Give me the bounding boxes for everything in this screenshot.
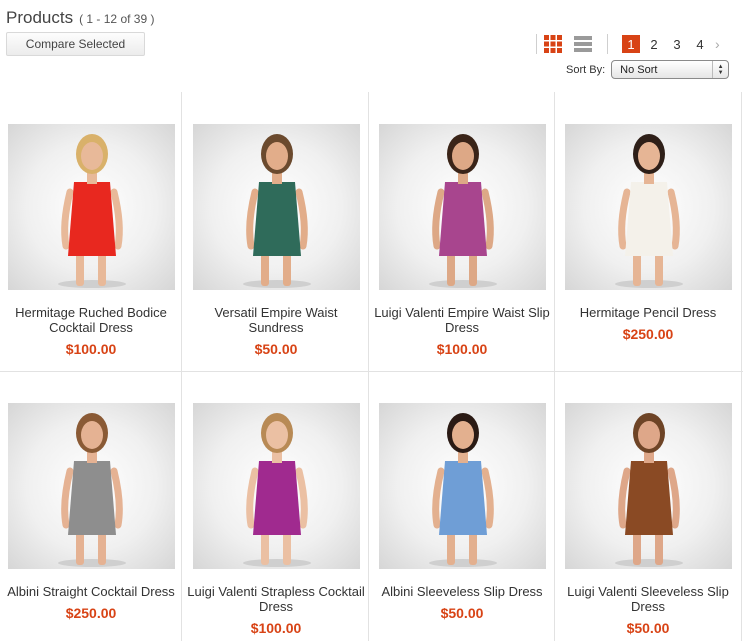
sort-row: Sort By: No Sort ▲ ▼ xyxy=(566,60,730,79)
product-card[interactable]: Luigi Valenti Strapless Cocktail Dress $1… xyxy=(184,403,368,636)
product-price: $250.00 xyxy=(622,326,674,342)
product-name[interactable]: Luigi Valenti Strapless Cocktail Dress xyxy=(184,584,368,614)
sort-label: Sort By: xyxy=(566,63,606,76)
product-price: $100.00 xyxy=(436,341,488,357)
chevron-right-icon[interactable]: › xyxy=(715,36,720,52)
sort-value: No Sort xyxy=(620,63,658,76)
product-card[interactable]: Hermitage Ruched Bodice Cocktail Dress $1… xyxy=(0,124,183,357)
listing-header: Products ( 1 - 12 of 39 ) Compare Select… xyxy=(0,0,743,92)
product-card[interactable]: Hermitage Pencil Dress $250.00 xyxy=(556,124,740,342)
divider xyxy=(368,92,369,641)
product-name[interactable]: Hermitage Ruched Bodice Cocktail Dress xyxy=(0,305,183,335)
select-arrows-icon: ▲ ▼ xyxy=(712,61,728,78)
page-link-1[interactable]: 1 xyxy=(622,35,640,53)
page-title: Products xyxy=(6,8,74,27)
product-price: $50.00 xyxy=(254,341,298,357)
grid-view-icon[interactable] xyxy=(543,34,563,54)
product-image[interactable] xyxy=(192,403,360,569)
product-price: $50.00 xyxy=(440,605,484,621)
product-image[interactable] xyxy=(378,124,546,290)
product-card[interactable]: Albini Straight Cocktail Dress $250.00 xyxy=(0,403,183,621)
product-card[interactable]: Luigi Valenti Sleeveless Slip Dress $50.0… xyxy=(556,403,740,636)
page-link-2[interactable]: 2 xyxy=(645,35,663,53)
product-name[interactable]: Luigi Valenti Empire Waist Slip Dress xyxy=(370,305,554,335)
sort-select[interactable]: No Sort ▲ ▼ xyxy=(611,60,730,79)
product-image[interactable] xyxy=(378,403,546,569)
result-count: ( 1 - 12 of 39 ) xyxy=(79,12,155,26)
divider xyxy=(607,34,608,54)
product-price: $100.00 xyxy=(250,620,302,636)
divider xyxy=(554,92,555,641)
product-image[interactable] xyxy=(192,124,360,290)
product-price: $100.00 xyxy=(65,341,117,357)
divider xyxy=(741,92,742,641)
page-link-4[interactable]: 4 xyxy=(691,35,709,53)
product-name[interactable]: Albini Straight Cocktail Dress xyxy=(0,584,183,599)
product-grid: Hermitage Ruched Bodice Cocktail Dress $1… xyxy=(0,92,743,641)
product-card[interactable]: Versatil Empire Waist Sundress $50.00 xyxy=(184,124,368,357)
list-view-icon[interactable] xyxy=(573,34,593,54)
product-name[interactable]: Versatil Empire Waist Sundress xyxy=(184,305,368,335)
product-image[interactable] xyxy=(7,403,175,569)
pagination: 1 2 3 4 › xyxy=(622,35,720,53)
product-card[interactable]: Luigi Valenti Empire Waist Slip Dress $10… xyxy=(370,124,554,357)
view-controls: 1 2 3 4 › xyxy=(536,33,720,55)
product-price: $50.00 xyxy=(626,620,670,636)
product-name[interactable]: Albini Sleeveless Slip Dress xyxy=(370,584,554,599)
product-price: $250.00 xyxy=(65,605,117,621)
product-image[interactable] xyxy=(564,403,732,569)
product-name[interactable]: Hermitage Pencil Dress xyxy=(556,305,740,320)
product-name[interactable]: Luigi Valenti Sleeveless Slip Dress xyxy=(556,584,740,614)
divider xyxy=(536,34,537,54)
title-row: Products ( 1 - 12 of 39 ) xyxy=(6,8,154,28)
divider xyxy=(0,371,743,372)
compare-selected-button[interactable]: Compare Selected xyxy=(6,32,145,56)
product-card[interactable]: Albini Sleeveless Slip Dress $50.00 xyxy=(370,403,554,621)
page-link-3[interactable]: 3 xyxy=(668,35,686,53)
product-image[interactable] xyxy=(7,124,175,290)
product-image[interactable] xyxy=(564,124,732,290)
